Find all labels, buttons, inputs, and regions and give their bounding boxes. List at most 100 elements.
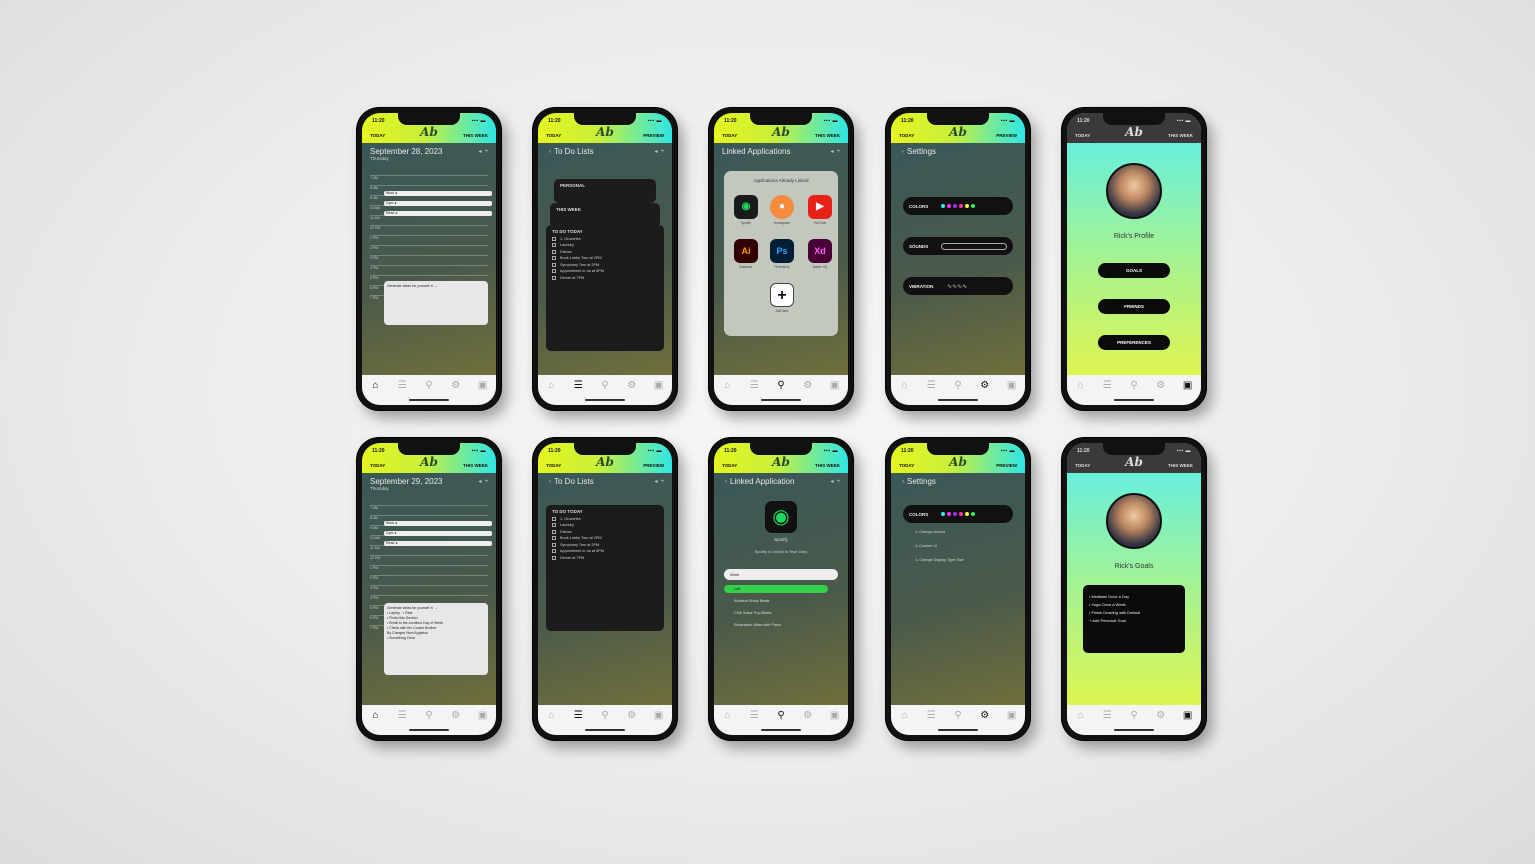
back-icon[interactable]: ‹ [902,149,904,155]
gear-icon[interactable]: ⚙ [1154,381,1168,391]
week-tab[interactable]: THIS WEEK [1168,463,1193,468]
profile-icon[interactable]: ▣ [1181,711,1195,721]
checkbox[interactable] [552,243,556,247]
friends-button[interactable]: FRIENDS [1098,299,1170,314]
playlist-item[interactable]: Chill Guitar Pop Beats [734,611,771,615]
checkbox[interactable] [552,523,556,527]
calendar-event[interactable]: Work ● [384,191,492,196]
back-icon[interactable]: ‹ [549,479,551,485]
link-icon[interactable]: ⚲ [1127,381,1141,391]
checkbox[interactable] [552,249,556,254]
adobe-xd-icon[interactable]: Xd [808,239,832,263]
playlist-search-input[interactable]: Work [724,569,838,580]
today-tab[interactable]: TODAY [1075,133,1090,138]
list-icon[interactable]: ☰ [1100,381,1114,391]
link-icon[interactable]: ⚲ [951,711,965,721]
color-swatches[interactable] [941,204,975,208]
todo-item[interactable]: Appointment to do at 5PM [552,269,658,273]
link-icon[interactable]: ⚲ [774,381,788,391]
link-icon[interactable]: ⚲ [598,711,612,721]
avatar[interactable] [1106,493,1162,549]
home-icon[interactable]: ⌂ [368,711,382,721]
todo-item[interactable]: Symphony Tom at 2PM [552,542,658,547]
checkbox[interactable] [552,549,556,553]
calendar-event[interactable]: Read ● [384,541,492,546]
profile-icon[interactable]: ▣ [476,711,490,721]
checkbox[interactable] [552,269,556,273]
gear-icon[interactable]: ⚙ [978,381,992,391]
goal-item[interactable]: • Meditate Once a Day [1089,593,1179,601]
today-tab[interactable]: TODAY [370,463,385,468]
vibration-setting[interactable]: VIBRATION ∿∿∿∿ [903,277,1013,295]
back-icon[interactable]: ‹ [549,149,551,155]
gear-icon[interactable]: ⚙ [1154,711,1168,721]
calendar-event[interactable]: Work ● [384,521,492,526]
checkbox[interactable] [552,542,556,547]
list-icon[interactable]: ☰ [924,711,938,721]
week-tab[interactable]: THIS WEEK [463,133,488,138]
list-tab-week[interactable]: THIS WEEK [550,203,660,227]
playlist-item[interactable]: Relaxation Vibes with Piano [734,623,781,627]
checkbox[interactable] [552,236,556,241]
profile-icon[interactable]: ▣ [652,711,666,721]
gear-icon[interactable]: ⚙ [801,711,815,721]
home-icon[interactable]: ⌂ [720,381,734,391]
today-tab[interactable]: TODAY [546,133,561,138]
prev-arrow-icon[interactable]: ◂ [654,148,657,155]
preferences-button[interactable]: PREFERENCES [1098,335,1170,350]
back-icon[interactable]: ‹ [725,479,727,485]
todo-item[interactable]: Book Lobby Tour at 2PM [552,536,658,540]
list-tab-personal[interactable]: PERSONAL [554,179,656,203]
preview-tab[interactable]: PREVIEW [643,463,664,468]
gear-icon[interactable]: ⚙ [625,711,639,721]
today-tab[interactable]: TODAY [1075,463,1090,468]
week-tab[interactable]: THIS WEEK [463,463,488,468]
week-tab[interactable]: THIS WEEK [1168,133,1193,138]
week-tab[interactable]: THIS WEEK [815,133,840,138]
today-tab[interactable]: TODAY [546,463,561,468]
profile-icon[interactable]: ▣ [828,711,842,721]
add-goal-button[interactable]: + Add Personal Goal [1089,617,1179,625]
settings-link[interactable]: ↳ Change Display Type Size [915,557,964,562]
today-tab[interactable]: TODAY [370,133,385,138]
todo-item[interactable]: Dishes [552,529,658,534]
profile-icon[interactable]: ▣ [1181,381,1195,391]
prev-arrow-icon[interactable]: ◂ [830,148,833,155]
today-tab[interactable]: TODAY [899,463,914,468]
home-icon[interactable]: ⌂ [544,381,558,391]
list-icon[interactable]: ☰ [571,381,585,391]
checkbox[interactable] [552,262,556,267]
today-tab[interactable]: TODAY [899,133,914,138]
preview-tab[interactable]: PREVIEW [996,463,1017,468]
event-card[interactable]: Generate Ideas for yourself ✕ → [384,281,488,325]
gear-icon[interactable]: ⚙ [449,381,463,391]
spotify-icon[interactable]: ◉ [734,195,758,219]
playlist-item-selected[interactable]: Lofi [724,585,828,593]
home-icon[interactable]: ⌂ [897,711,911,721]
gear-icon[interactable]: ⚙ [801,381,815,391]
link-icon[interactable]: ⚲ [422,381,436,391]
checkbox[interactable] [552,529,556,534]
link-icon[interactable]: ⚲ [774,711,788,721]
list-icon[interactable]: ☰ [747,381,761,391]
todo-item[interactable]: Dinner at 7PM [552,555,658,560]
prev-arrow-icon[interactable]: ◂ [654,478,657,485]
avatar[interactable] [1106,163,1162,219]
playlist-item[interactable]: Ambient Study Beats [734,599,769,603]
todo-item[interactable]: Appointment to do at 5PM [552,549,658,553]
checkbox[interactable] [552,256,556,260]
colors-setting[interactable]: COLORS [903,197,1013,215]
checkbox[interactable] [552,516,556,521]
goals-button[interactable]: GOALS [1098,263,1170,278]
list-icon[interactable]: ☰ [747,711,761,721]
checkbox[interactable] [552,555,556,560]
home-icon[interactable]: ⌂ [720,711,734,721]
prev-arrow-icon[interactable]: ◂ [830,478,833,485]
link-icon[interactable]: ⚲ [422,711,436,721]
home-icon[interactable]: ⌂ [544,711,558,721]
sounds-setting[interactable]: SOUNDS [903,237,1013,255]
profile-icon[interactable]: ▣ [828,381,842,391]
list-icon[interactable]: ☰ [571,711,585,721]
gear-icon[interactable]: ⚙ [449,711,463,721]
todo-item[interactable]: 1. Groceries [552,516,658,521]
